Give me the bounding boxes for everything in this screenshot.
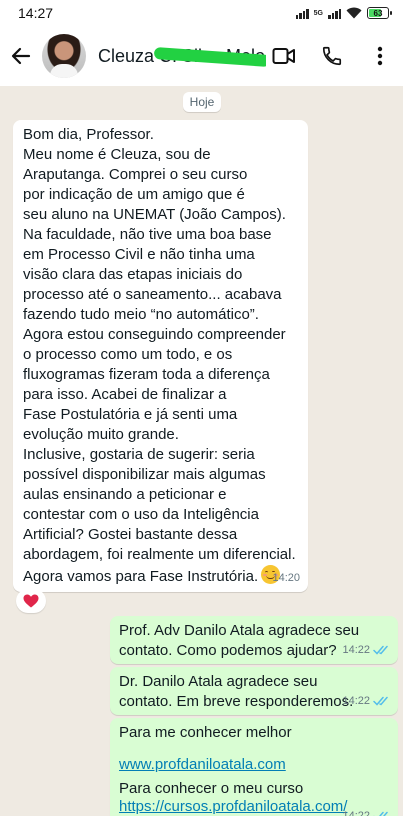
status-bar: 14:27 5G 63 — [0, 0, 403, 26]
voice-call-button[interactable] — [319, 43, 345, 69]
message-line: Para me conhecer melhor — [119, 724, 292, 741]
status-time: 14:27 — [18, 5, 54, 21]
phone-icon — [322, 46, 342, 66]
signal-icon — [328, 7, 341, 19]
video-call-button[interactable] — [271, 43, 297, 69]
website-link[interactable]: www.profdaniloatala.com — [119, 755, 390, 775]
video-call-icon — [272, 48, 295, 64]
message-meta: 14:20 — [272, 568, 300, 588]
chat-area[interactable]: Hoje Bom dia, Professor. Meu nome é Cleu… — [0, 86, 403, 816]
message-time: 14:20 — [272, 572, 300, 584]
status-icons: 5G 63 — [295, 7, 392, 19]
wifi-icon — [346, 7, 362, 19]
heart-icon — [23, 594, 39, 608]
read-ticks-icon — [373, 696, 388, 706]
read-ticks-icon — [373, 811, 388, 816]
avatar[interactable] — [42, 34, 86, 78]
incoming-message[interactable]: Bom dia, Professor. Meu nome é Cleuza, s… — [13, 120, 308, 592]
reaction-badge[interactable] — [16, 589, 46, 613]
message-meta: 14:22 — [342, 691, 390, 711]
message-line: Para conhecer o meu curso — [119, 780, 304, 797]
message-text: Dr. Danilo Atala agradece seu contato. E… — [119, 673, 354, 710]
message-text: Prof. Adv Danilo Atala agradece seu cont… — [119, 622, 360, 659]
back-button[interactable] — [2, 26, 40, 86]
header-actions — [271, 43, 393, 69]
message-time: 14:22 — [342, 810, 370, 816]
read-ticks-icon — [373, 645, 388, 655]
battery-level: 63 — [373, 8, 383, 18]
chat-header: Cleuza C. Silva Melo — [0, 26, 403, 86]
more-options-button[interactable] — [367, 43, 393, 69]
message-text: Bom dia, Professor. Meu nome é Cleuza, s… — [23, 126, 296, 585]
date-separator: Hoje — [183, 92, 221, 112]
battery-icon: 63 — [367, 7, 392, 19]
message-meta: 14:22 — [342, 640, 390, 660]
network-type: 5G — [313, 9, 323, 17]
message-time: 14:22 — [342, 644, 370, 656]
signal-icon — [295, 7, 309, 19]
outgoing-message[interactable]: Prof. Adv Danilo Atala agradece seu cont… — [110, 616, 398, 664]
more-vert-icon — [377, 46, 383, 66]
outgoing-message[interactable]: Para me conhecer melhor www.profdaniloat… — [110, 718, 398, 816]
message-time: 14:22 — [342, 695, 370, 707]
contact-name-wrapper[interactable]: Cleuza C. Silva Melo — [98, 46, 266, 67]
arrow-left-icon — [11, 47, 31, 65]
outgoing-message[interactable]: Dr. Danilo Atala agradece seu contato. E… — [110, 667, 398, 715]
message-meta: 14:22 — [342, 806, 390, 816]
